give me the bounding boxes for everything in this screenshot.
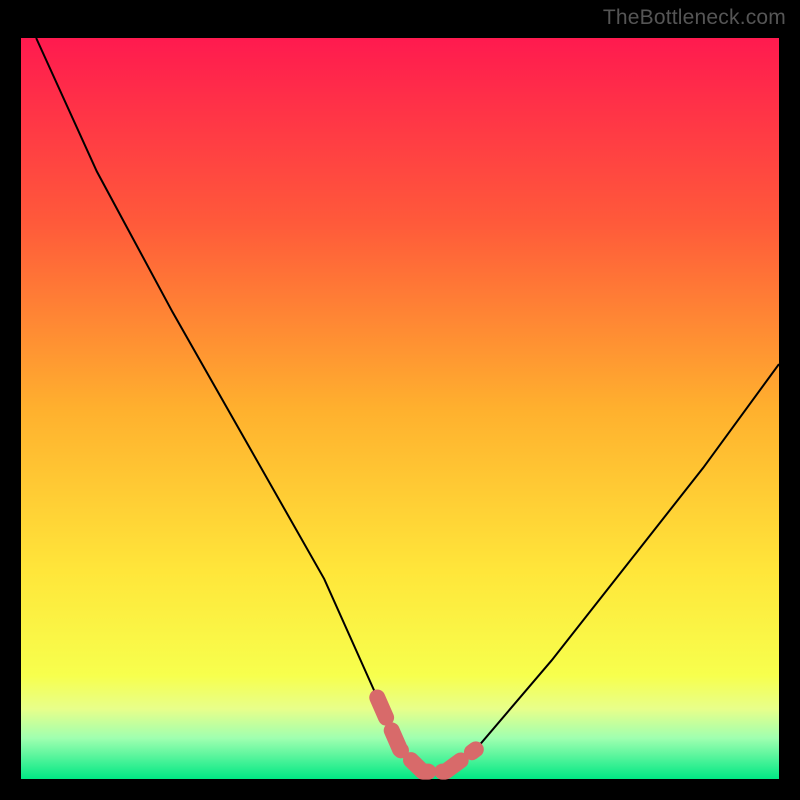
chart-container: TheBottleneck.com [0,0,800,800]
chart-background [21,38,779,779]
bottleneck-chart [0,0,800,800]
watermark-text: TheBottleneck.com [603,6,786,30]
